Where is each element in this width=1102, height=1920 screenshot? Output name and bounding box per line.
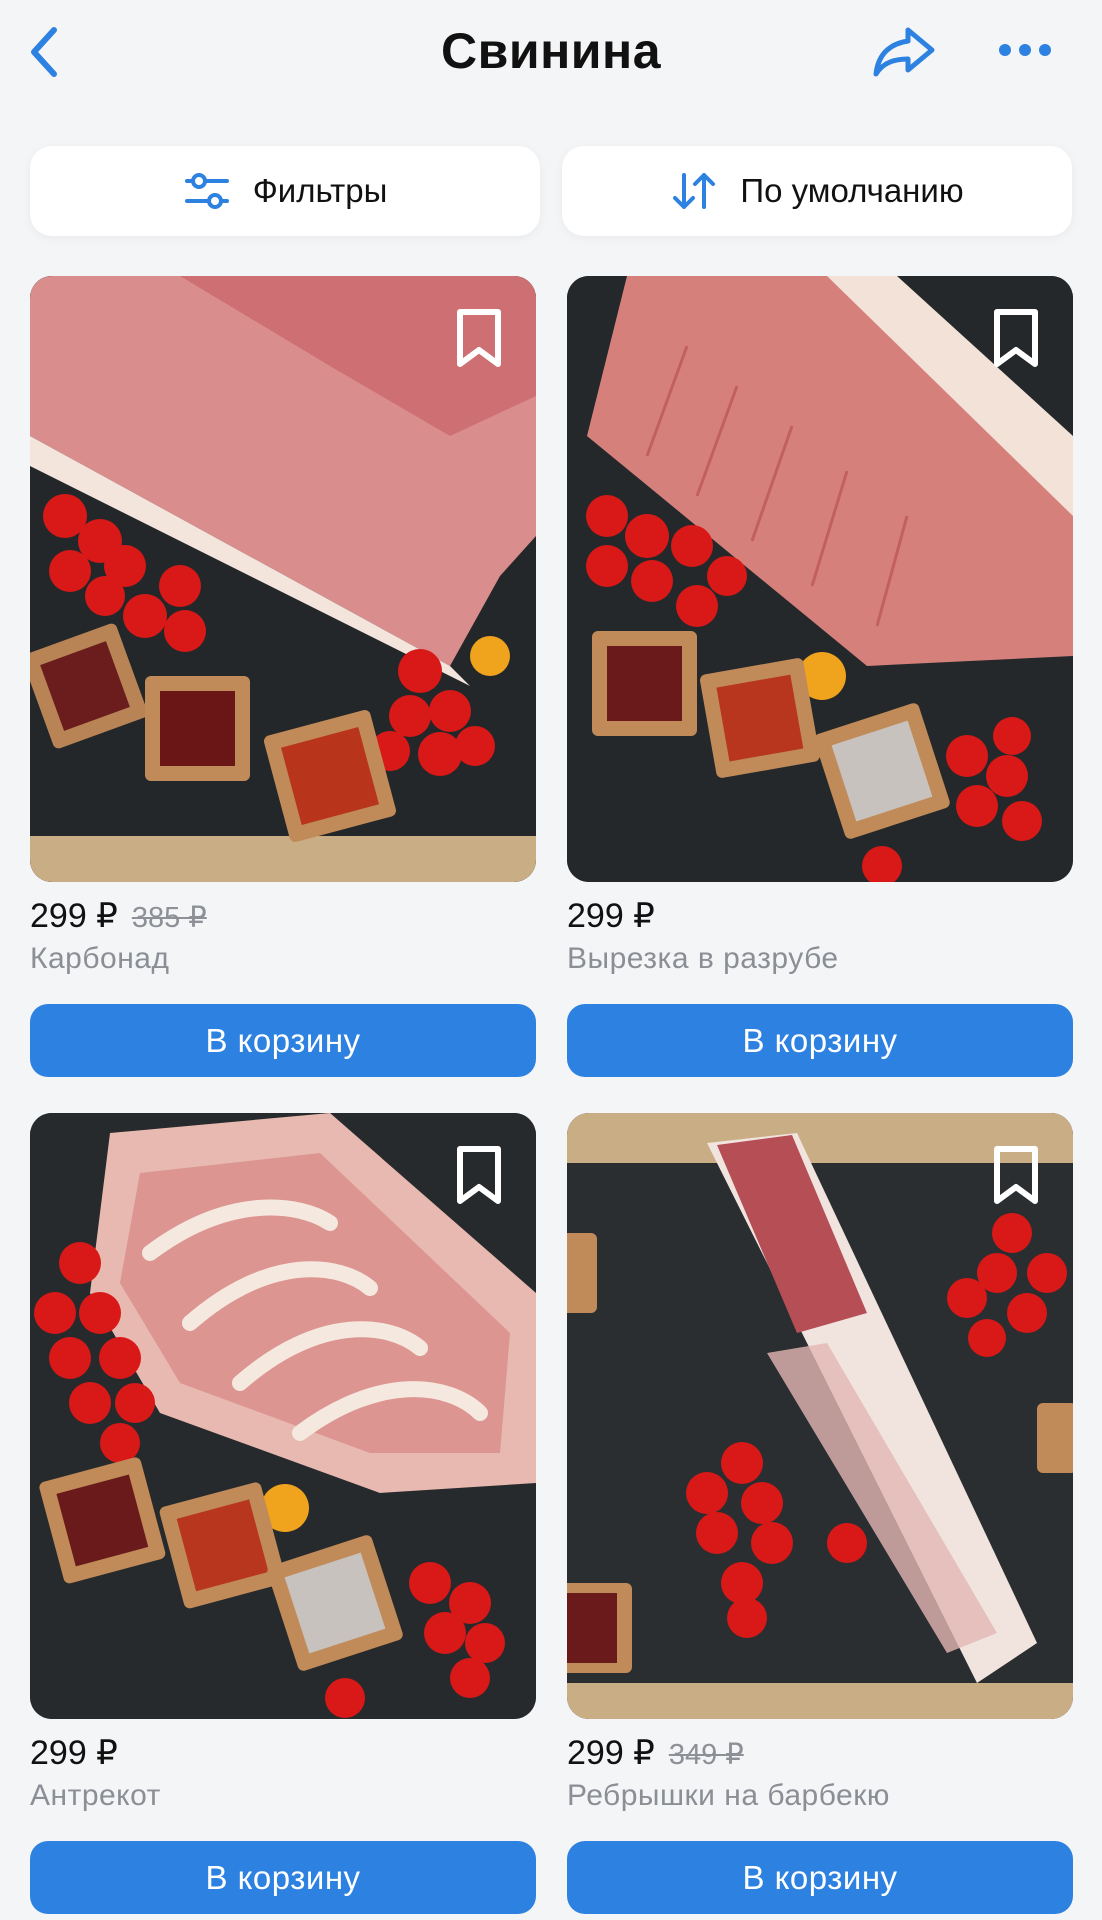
price-row: 299 ₽ 349 ₽ — [567, 1733, 1073, 1777]
bookmark-button[interactable] — [452, 308, 506, 370]
catalog-page: Свинина Фильтры По умолчанию 299 ₽ 385 ₽… — [0, 0, 1102, 1920]
share-button[interactable] — [870, 22, 940, 82]
sort-arrows-icon — [673, 173, 716, 209]
sliders-icon — [184, 173, 229, 209]
product-image[interactable] — [567, 1113, 1073, 1719]
product-old-price: 385 ₽ — [131, 902, 207, 934]
price-row: 299 ₽ — [30, 1733, 536, 1777]
product-name: Вырезка в разрубе — [567, 942, 839, 975]
sort-label: По умолчанию — [740, 172, 964, 209]
product-image[interactable] — [30, 276, 536, 882]
product-price: 299 ₽ — [567, 897, 655, 935]
product-price: 299 ₽ — [567, 1734, 655, 1772]
bookmark-icon — [994, 1146, 1038, 1204]
bookmark-button[interactable] — [452, 1145, 506, 1207]
product-image[interactable] — [30, 1113, 536, 1719]
price-row: 299 ₽ — [567, 896, 1073, 940]
bookmark-button[interactable] — [989, 308, 1043, 370]
filters-button[interactable]: Фильтры — [30, 146, 540, 236]
app-header: Свинина — [0, 0, 1102, 110]
bookmark-icon — [994, 309, 1038, 367]
sort-button[interactable]: По умолчанию — [562, 146, 1072, 236]
more-button[interactable] — [995, 30, 1055, 70]
product-card: 299 ₽ 385 ₽ Карбонад В корзину — [30, 276, 536, 1077]
filters-label: Фильтры — [252, 172, 388, 209]
bookmark-button[interactable] — [989, 1145, 1043, 1207]
bookmark-icon — [457, 309, 501, 367]
product-name: Карбонад — [30, 942, 170, 975]
add-to-cart-button[interactable]: В корзину — [30, 1841, 536, 1914]
product-name: Антрекот — [30, 1779, 161, 1812]
price-row: 299 ₽ 385 ₽ — [30, 896, 536, 940]
product-image[interactable] — [567, 276, 1073, 882]
add-to-cart-button[interactable]: В корзину — [567, 1841, 1073, 1914]
add-to-cart-button[interactable]: В корзину — [30, 1004, 536, 1077]
product-price: 299 ₽ — [30, 1734, 118, 1772]
product-name: Ребрышки на барбекю — [567, 1779, 890, 1812]
product-card: 299 ₽ 349 ₽ Ребрышки на барбекю В корзин… — [567, 1113, 1073, 1914]
more-dots-icon — [999, 44, 1051, 56]
product-price: 299 ₽ — [30, 897, 118, 935]
product-old-price: 349 ₽ — [668, 1739, 744, 1771]
add-to-cart-button[interactable]: В корзину — [567, 1004, 1073, 1077]
bookmark-icon — [457, 1146, 501, 1204]
product-card: 299 ₽ Антрекот В корзину — [30, 1113, 536, 1914]
share-arrow-icon — [873, 27, 935, 77]
product-card: 299 ₽ Вырезка в разрубе В корзину — [567, 276, 1073, 1077]
